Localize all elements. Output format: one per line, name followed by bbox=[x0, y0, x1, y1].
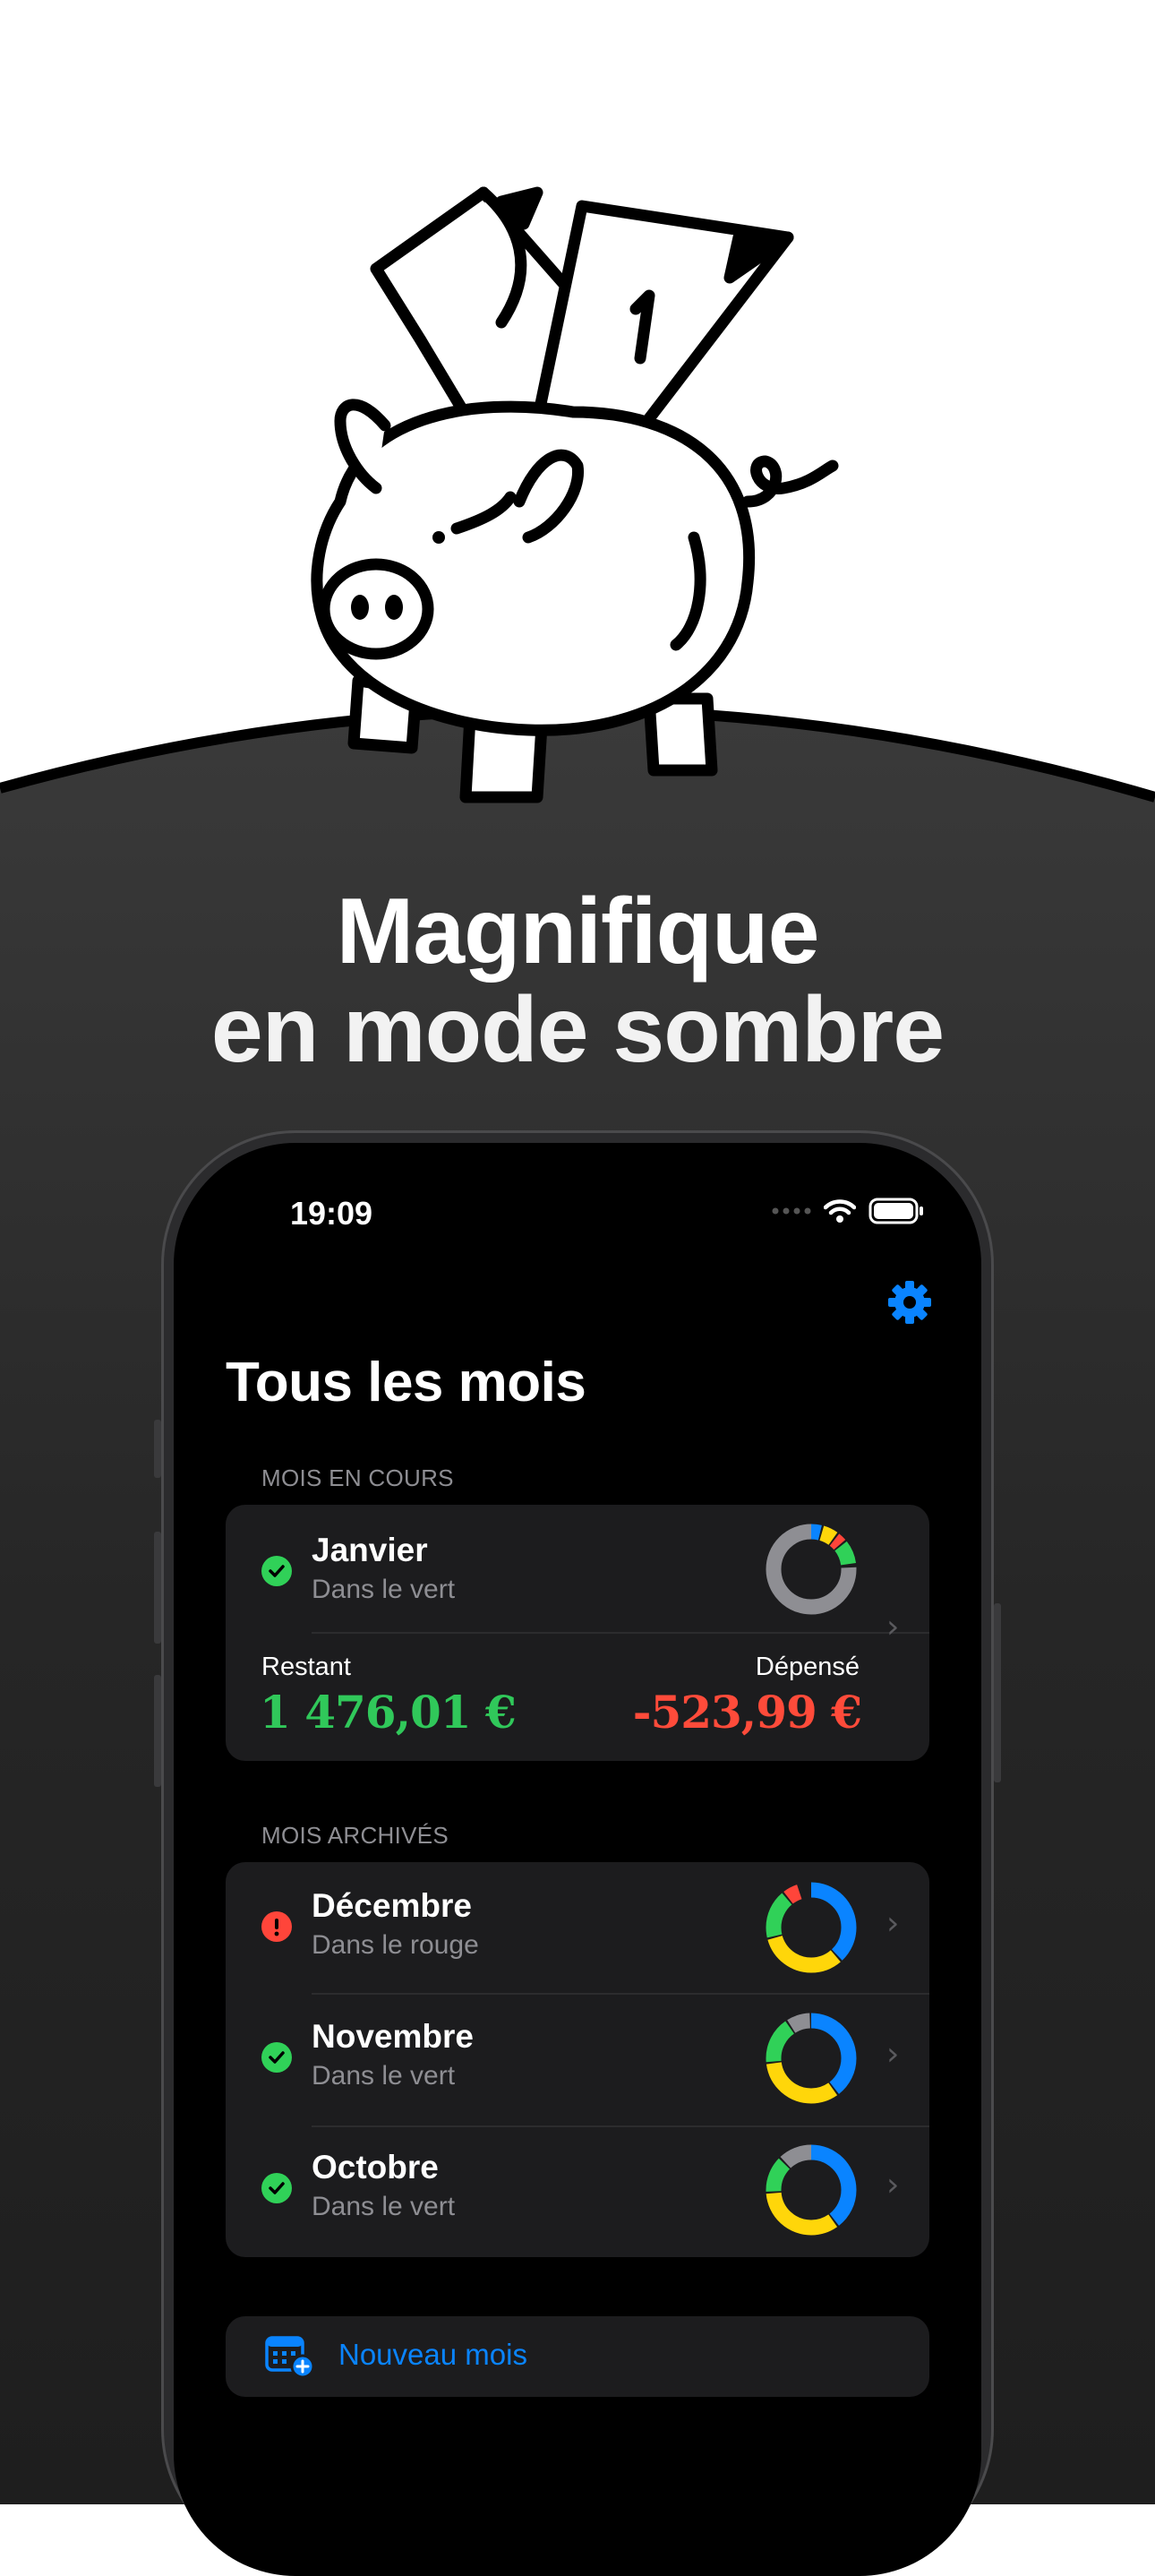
list-item-november[interactable]: Novembre Dans le vert › bbox=[226, 1995, 929, 2125]
chevron-right-icon: › bbox=[886, 1905, 900, 1942]
donut-chart-icon bbox=[766, 1524, 857, 1615]
headline-line-1: Magnifique bbox=[336, 880, 820, 983]
remaining-value: 1 476,01 € bbox=[260, 1686, 517, 1739]
headline-line-2: en mode sombre bbox=[210, 978, 945, 1082]
status-time: 19:09 bbox=[290, 1195, 373, 1232]
archived-month-name: Octobre bbox=[312, 2149, 439, 2185]
exclamation-circle-icon bbox=[261, 1911, 292, 1942]
signal-dots-icon bbox=[772, 1207, 811, 1215]
piggy-bank-illustration bbox=[311, 186, 839, 803]
page-title: Tous les mois bbox=[226, 1352, 586, 1413]
list-item-december[interactable]: Décembre Dans le rouge › bbox=[226, 1862, 929, 1993]
battery-icon bbox=[868, 1198, 923, 1224]
checkmark-circle-icon bbox=[261, 1556, 292, 1586]
checkmark-circle-icon bbox=[261, 2042, 292, 2073]
phone-volume-down-button bbox=[154, 1675, 161, 1787]
chevron-right-icon: › bbox=[886, 1609, 900, 1645]
phone-side-button bbox=[154, 1420, 161, 1478]
phone-screen: 19:09 Tous les mois MOIS EN COURS Janvie… bbox=[174, 1143, 981, 2576]
donut-chart-icon bbox=[766, 2013, 857, 2104]
phone-volume-up-button bbox=[154, 1532, 161, 1644]
gear-icon[interactable] bbox=[886, 1279, 933, 1326]
spent-label: Dépensé bbox=[755, 1653, 860, 1681]
archived-month-name: Décembre bbox=[312, 1887, 472, 1924]
section-label-current: MOIS EN COURS bbox=[261, 1464, 454, 1491]
current-month-card[interactable]: Janvier Dans le vert Restant Dépensé 1 4… bbox=[226, 1505, 929, 1761]
current-month-status: Dans le vert bbox=[312, 1575, 456, 1604]
archived-month-status: Dans le vert bbox=[312, 2061, 456, 2091]
archived-month-status: Dans le rouge bbox=[312, 1930, 479, 1960]
chevron-right-icon: › bbox=[886, 2036, 900, 2073]
list-item-october[interactable]: Octobre Dans le vert › bbox=[226, 2127, 929, 2257]
new-month-label: Nouveau mois bbox=[338, 2338, 527, 2371]
archived-month-status: Dans le vert bbox=[312, 2192, 456, 2221]
checkmark-circle-icon bbox=[261, 2173, 292, 2203]
spent-value: -523,99 € bbox=[632, 1686, 862, 1739]
card-divider bbox=[312, 1632, 929, 1634]
archived-month-name: Novembre bbox=[312, 2018, 474, 2055]
archived-months-card: Décembre Dans le rouge › Novembre Dans l… bbox=[226, 1862, 929, 2257]
status-icons bbox=[772, 1193, 924, 1229]
donut-chart-icon bbox=[766, 1882, 857, 1973]
chevron-right-icon: › bbox=[886, 2167, 900, 2203]
donut-chart-icon bbox=[766, 2144, 857, 2236]
current-month-name: Janvier bbox=[312, 1532, 428, 1568]
headline: Magnifique en mode sombre bbox=[0, 882, 1155, 1079]
remaining-label: Restant bbox=[261, 1653, 351, 1681]
wifi-icon bbox=[824, 1199, 856, 1223]
section-label-archived: MOIS ARCHIVÉS bbox=[261, 1822, 449, 1849]
new-month-button[interactable]: Nouveau mois bbox=[226, 2316, 929, 2397]
phone-power-button bbox=[994, 1603, 1001, 1782]
calendar-plus-icon bbox=[265, 2336, 315, 2379]
